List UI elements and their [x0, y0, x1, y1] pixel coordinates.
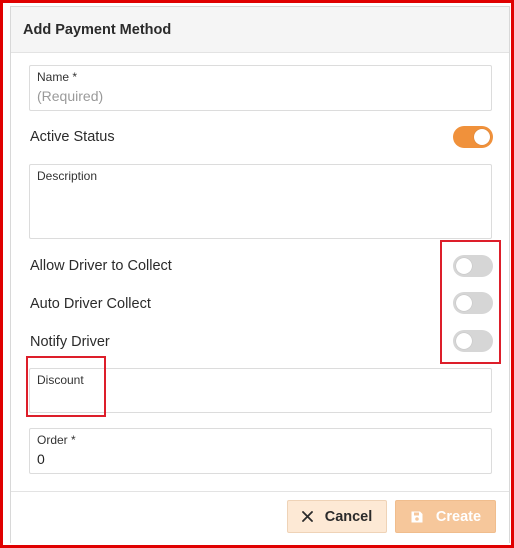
dialog-title: Add Payment Method	[23, 21, 172, 38]
create-label: Create	[435, 508, 482, 525]
notify-driver-label: Notify Driver	[30, 334, 110, 350]
add-payment-method-dialog: Add Payment Method Name * (Required) Act…	[10, 6, 510, 543]
active-status-label: Active Status	[30, 129, 115, 145]
active-status-toggle[interactable]	[453, 126, 493, 148]
close-icon	[301, 511, 313, 522]
description-field[interactable]: Description	[29, 164, 492, 239]
dialog-header: Add Payment Method	[11, 7, 509, 53]
toggle-knob	[474, 129, 490, 145]
name-field[interactable]: Name * (Required)	[29, 65, 492, 111]
save-icon	[410, 510, 424, 524]
toggles-highlight-box	[440, 240, 501, 364]
order-value: 0	[37, 451, 45, 467]
name-placeholder: (Required)	[37, 88, 104, 104]
discount-highlight-box	[26, 356, 106, 417]
order-field[interactable]: Order * 0	[29, 428, 492, 474]
cancel-button[interactable]: Cancel	[287, 500, 387, 533]
cancel-label: Cancel	[324, 508, 373, 525]
allow-driver-collect-label: Allow Driver to Collect	[30, 258, 172, 274]
dialog-footer: Cancel Create	[11, 491, 509, 543]
description-label: Description	[37, 169, 98, 183]
auto-driver-collect-label: Auto Driver Collect	[30, 296, 151, 312]
name-label: Name *	[37, 70, 78, 84]
order-label: Order *	[37, 433, 76, 447]
create-button[interactable]: Create	[395, 500, 496, 533]
